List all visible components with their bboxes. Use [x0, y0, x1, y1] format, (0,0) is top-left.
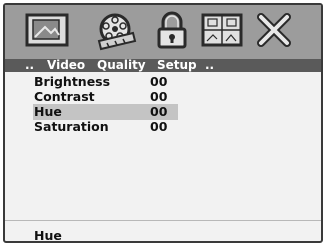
status-footer: Hue: [34, 228, 62, 243]
setting-value: 00: [150, 104, 168, 119]
setting-row-brightness[interactable]: Brightness 00: [5, 74, 321, 90]
setting-label: Contrast: [34, 89, 95, 104]
setting-label: Brightness: [34, 74, 111, 89]
picture-icon[interactable]: [25, 11, 71, 51]
speaker-grid-icon[interactable]: [201, 11, 247, 51]
icon-toolbar: [5, 5, 321, 59]
setting-label: Hue: [34, 104, 62, 119]
setting-label: Saturation: [34, 119, 109, 134]
setting-row-hue[interactable]: Hue 00: [5, 104, 321, 120]
lock-icon[interactable]: [155, 11, 189, 51]
exit-icon[interactable]: [255, 11, 295, 51]
footer-divider: [5, 220, 321, 221]
setting-row-contrast[interactable]: Contrast 00: [5, 89, 321, 105]
menu-bar: .. Video Quality Setup ..: [5, 59, 321, 72]
menu-suffix: ..: [205, 58, 215, 72]
menu-prefix: ..: [25, 58, 35, 72]
osd-menu-window: .. Video Quality Setup .. Brightness 00 …: [3, 3, 323, 243]
menu-item-video[interactable]: Video: [47, 59, 85, 72]
setting-value: 00: [150, 119, 168, 134]
menu-item-setup[interactable]: Setup: [157, 59, 197, 72]
setting-row-saturation[interactable]: Saturation 00: [5, 119, 321, 135]
setting-value: 00: [150, 89, 168, 104]
film-reel-icon[interactable]: [93, 11, 139, 51]
setting-value: 00: [150, 74, 168, 89]
menu-item-quality[interactable]: Quality: [97, 59, 146, 72]
